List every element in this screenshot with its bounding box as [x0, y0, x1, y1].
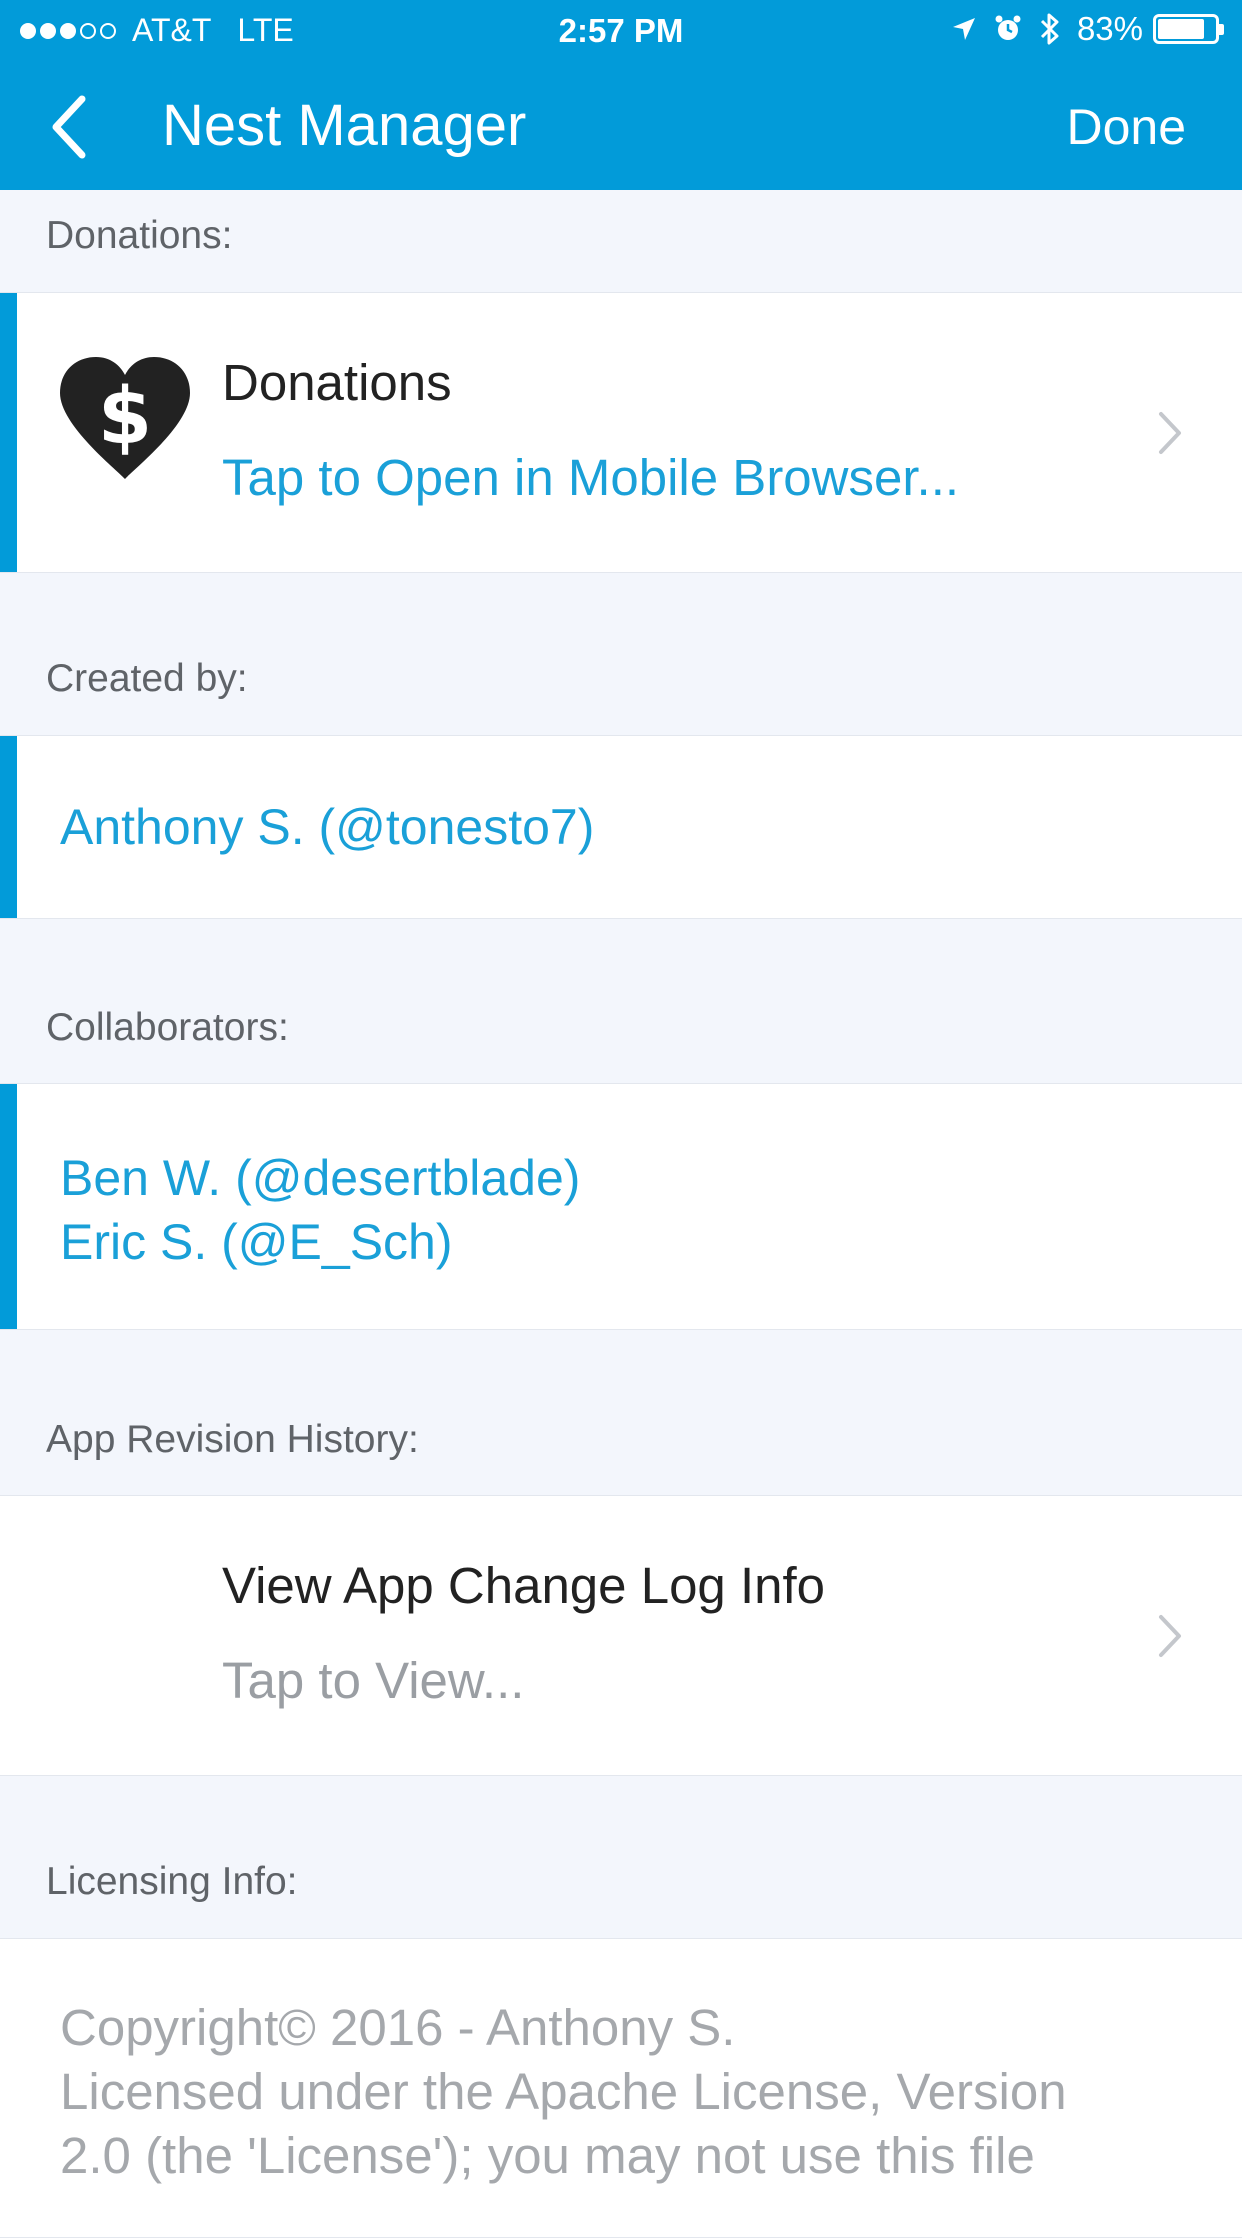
- license-line: Copyright© 2016 - Anthony S.: [60, 1999, 736, 2056]
- row-accent-bar: [0, 293, 17, 572]
- chevron-right-icon: [1159, 1615, 1181, 1657]
- location-arrow-icon: [951, 16, 977, 42]
- done-button[interactable]: Done: [1066, 98, 1186, 156]
- section-label-donations: Donations:: [46, 214, 233, 257]
- chevron-left-icon: [52, 95, 86, 159]
- row-accent-bar: [0, 1084, 17, 1329]
- section-label-revision-history: App Revision History:: [46, 1418, 419, 1461]
- battery-tip: [1219, 23, 1224, 35]
- row-accent-bar: [0, 736, 17, 918]
- change-log-title: View App Change Log Info: [222, 1557, 826, 1614]
- created-by-row: Anthony S. (@tonesto7): [0, 735, 1242, 919]
- heart-dollar-icon: $: [60, 357, 190, 479]
- page-title: Nest Manager: [162, 93, 527, 158]
- collaborator-name: Eric S. (@E_Sch): [60, 1214, 453, 1270]
- status-bar: AT&T LTE 2:57 PM 83%: [0, 0, 1242, 60]
- back-button[interactable]: [50, 92, 100, 162]
- battery-percent: 83%: [1076, 10, 1143, 47]
- section-label-licensing: Licensing Info:: [46, 1860, 298, 1903]
- alarm-icon: [993, 14, 1023, 44]
- collaborators-row: Ben W. (@desertblade) Eric S. (@E_Sch): [0, 1083, 1242, 1330]
- license-line: Licensed under the Apache License, Versi…: [60, 2063, 1067, 2120]
- chevron-right-icon: [1159, 412, 1181, 454]
- app-header: AT&T LTE 2:57 PM 83% Nest Manager Done: [0, 0, 1242, 190]
- collaborator-name: Ben W. (@desertblade): [60, 1150, 581, 1206]
- change-log-row[interactable]: View App Change Log Info Tap to View...: [0, 1495, 1242, 1776]
- section-label-collaborators: Collaborators:: [46, 1006, 289, 1049]
- section-label-created-by: Created by:: [46, 657, 248, 700]
- license-line: 2.0 (the 'License'); you may not use thi…: [60, 2127, 1035, 2184]
- status-right: 83%: [935, 10, 1224, 48]
- creator-name: Anthony S. (@tonesto7): [60, 799, 595, 855]
- donations-subtitle: Tap to Open in Mobile Browser...: [222, 449, 960, 506]
- license-text: Copyright© 2016 - Anthony S. Licensed un…: [60, 1996, 1190, 2188]
- battery-icon: [1153, 14, 1219, 44]
- donations-title: Donations: [222, 354, 452, 411]
- bluetooth-icon: [1039, 12, 1061, 46]
- battery-level: [1158, 19, 1205, 39]
- donations-row[interactable]: $ Donations Tap to Open in Mobile Browse…: [0, 292, 1242, 573]
- change-log-subtitle: Tap to View...: [222, 1652, 525, 1709]
- svg-text:$: $: [98, 372, 152, 462]
